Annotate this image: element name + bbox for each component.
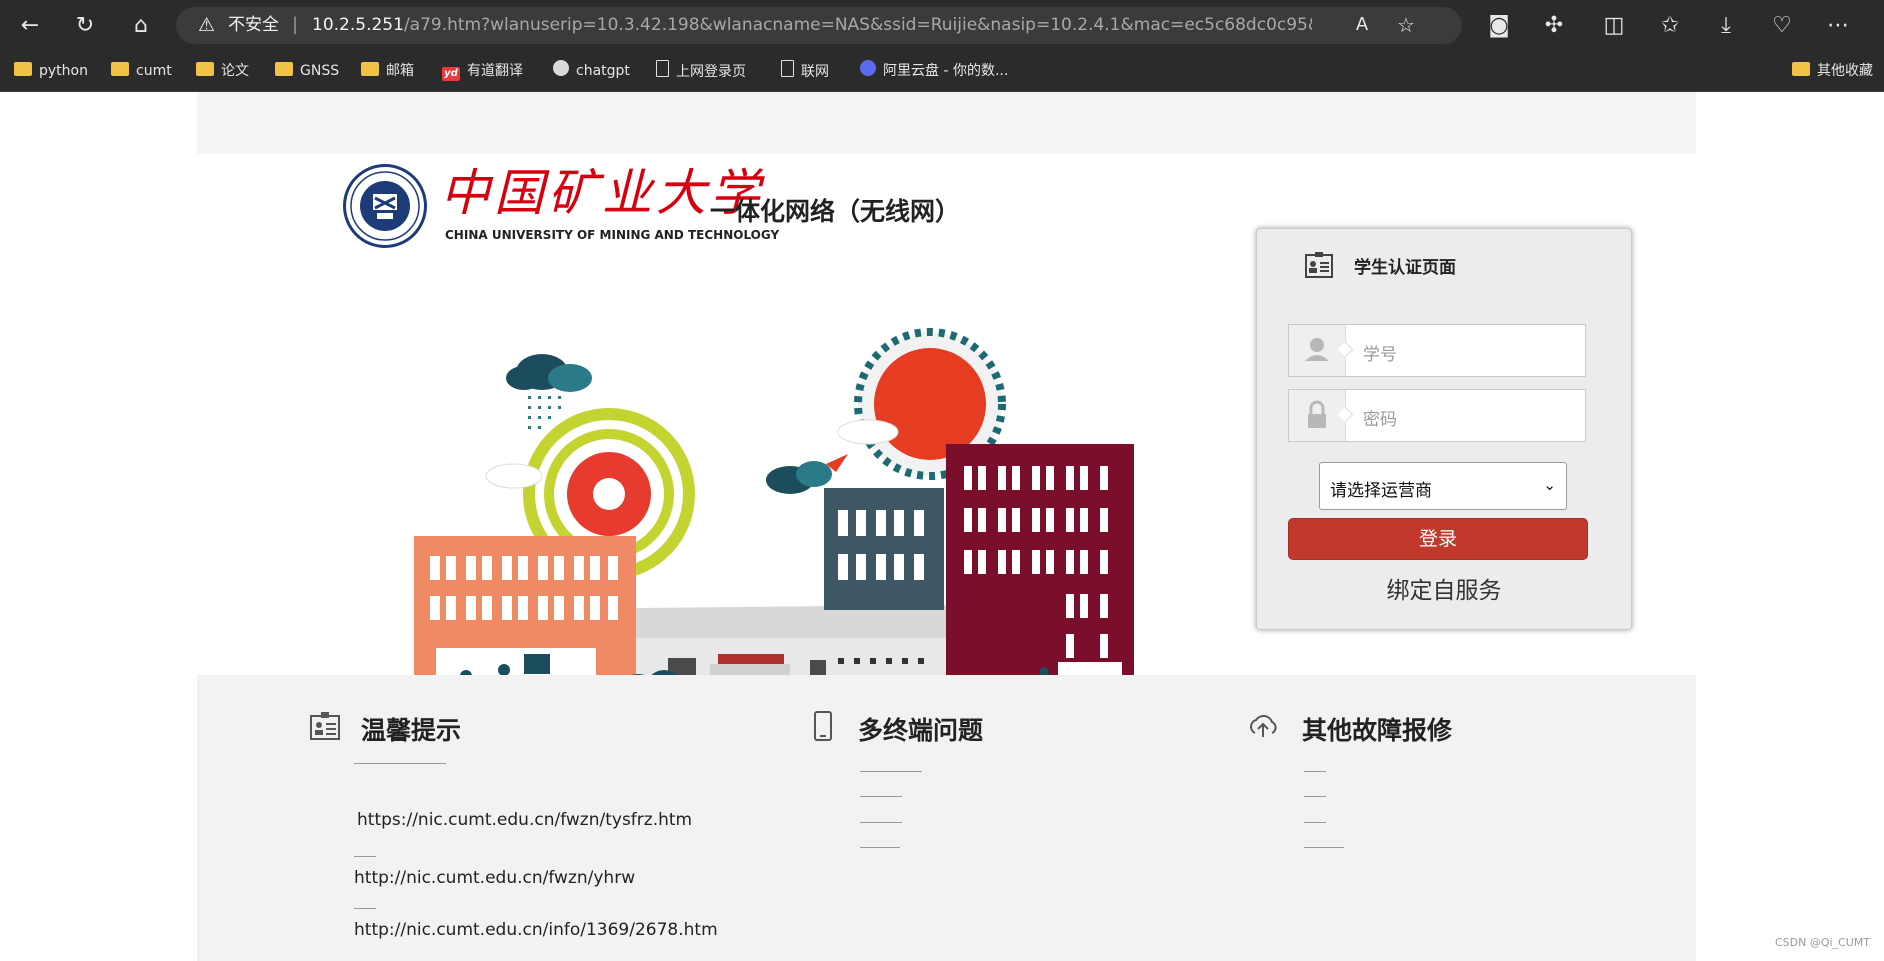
bookmark-label: 论文 bbox=[221, 63, 249, 79]
bookmark-label: chatgpt bbox=[576, 63, 630, 79]
favorites-icon[interactable]: ✩ bbox=[1656, 12, 1684, 40]
address-separator: | bbox=[292, 14, 299, 35]
folder-icon bbox=[361, 62, 379, 76]
bookmark-label: 联网 bbox=[801, 64, 829, 80]
bookmark-label: cumt bbox=[136, 63, 172, 79]
student-id-field[interactable]: 学号 bbox=[1288, 324, 1586, 377]
tips-link[interactable]: http://nic.cumt.edu.cn/info/1369/2678.ht… bbox=[354, 920, 718, 940]
browser-essentials-icon[interactable]: ♡ bbox=[1768, 12, 1796, 40]
folder-icon bbox=[14, 62, 32, 76]
youdao-icon: yd bbox=[442, 67, 460, 81]
bookmark-label: 邮箱 bbox=[386, 63, 414, 79]
address-bar[interactable]: ⚠ 不安全 | 10.2.5.251/a79.htm?wlanuserip=10… bbox=[176, 7, 1462, 44]
repair-line bbox=[1304, 822, 1326, 823]
bookmark-label: 上网登录页 bbox=[676, 64, 746, 80]
repair-line bbox=[1304, 796, 1326, 797]
bookmark-cumt[interactable]: cumt bbox=[111, 60, 172, 82]
bookmark-python[interactable]: python bbox=[14, 60, 88, 82]
user-icon bbox=[1305, 338, 1329, 361]
id-card-icon bbox=[310, 712, 340, 740]
login-title: 学生认证页面 bbox=[1354, 258, 1456, 278]
university-seal-icon bbox=[343, 164, 427, 248]
warning-icon[interactable]: ⚠ bbox=[198, 15, 218, 35]
mobile-phone-icon bbox=[814, 711, 832, 741]
cloud-upload-icon bbox=[1250, 715, 1277, 737]
info-section: 温馨提示 多终端问题 其他故障报修 https://nic.cumt.edu.c… bbox=[197, 675, 1696, 961]
more-menu-icon[interactable]: ⋯ bbox=[1824, 12, 1852, 40]
folder-icon bbox=[275, 62, 293, 76]
bookmark-gnss[interactable]: GNSS bbox=[275, 60, 339, 82]
multi-device-title: 多终端问题 bbox=[858, 716, 984, 745]
top-band bbox=[197, 92, 1696, 154]
watermark: CSDN @Qi_CUMT bbox=[1774, 936, 1870, 949]
bookmark-aliyun[interactable]: 阿里云盘 - 你的数... bbox=[860, 60, 1008, 82]
repair-line bbox=[1304, 847, 1344, 848]
university-name-en: CHINA UNIVERSITY OF MINING AND TECHNOLOG… bbox=[445, 228, 780, 242]
folder-icon bbox=[196, 62, 214, 76]
tips-title: 温馨提示 bbox=[361, 716, 462, 745]
password-placeholder: 密码 bbox=[1363, 410, 1397, 430]
folder-icon bbox=[1792, 62, 1810, 76]
document-icon bbox=[781, 60, 794, 77]
favorite-star-icon[interactable]: ☆ bbox=[1392, 11, 1420, 39]
user-icon-box bbox=[1289, 325, 1346, 376]
downloads-icon[interactable]: ⤓ bbox=[1712, 12, 1740, 40]
bind-self-service-link[interactable]: 绑定自服务 bbox=[1257, 571, 1631, 605]
lock-icon bbox=[1308, 400, 1326, 428]
bookmark-youdao[interactable]: yd 有道翻译 bbox=[442, 60, 523, 82]
password-field[interactable]: 密码 bbox=[1288, 389, 1586, 442]
repair-title: 其他故障报修 bbox=[1302, 716, 1453, 745]
other-bookmarks[interactable]: 其他收藏 bbox=[1792, 60, 1873, 82]
carrier-select-value: 请选择运营商 bbox=[1330, 481, 1432, 501]
tips-link[interactable]: http://nic.cumt.edu.cn/fwzn/yhrw bbox=[354, 868, 635, 888]
carrier-select[interactable]: 请选择运营商 ⌄ bbox=[1319, 462, 1567, 510]
tips-line bbox=[354, 763, 446, 764]
back-arrow-icon[interactable]: ← bbox=[16, 12, 44, 40]
chatgpt-icon bbox=[553, 60, 569, 76]
url-path: /a79.htm?wlanuserip=10.3.42.198&wlanacna… bbox=[403, 15, 1312, 35]
tips-line bbox=[354, 856, 376, 857]
bookmark-login-page[interactable]: 上网登录页 bbox=[656, 60, 746, 82]
web-page: 中国矿业大学 CHINA UNIVERSITY OF MINING AND TE… bbox=[0, 92, 1884, 961]
bookmarks-bar: python cumt 论文 GNSS 邮箱 yd 有道翻译 chatgpt 上网… bbox=[0, 51, 1884, 92]
bookmark-chatgpt[interactable]: chatgpt bbox=[553, 60, 630, 82]
lock-icon-box bbox=[1289, 390, 1346, 441]
home-icon[interactable]: ⌂ bbox=[127, 12, 155, 40]
multi-device-line bbox=[860, 796, 902, 797]
student-id-placeholder: 学号 bbox=[1363, 345, 1397, 365]
bookmark-label: 阿里云盘 - 你的数... bbox=[883, 63, 1009, 79]
chevron-down-icon: ⌄ bbox=[1543, 476, 1556, 494]
repair-line bbox=[1304, 771, 1326, 772]
bookmark-mail[interactable]: 邮箱 bbox=[361, 60, 414, 82]
network-title: 一体化网络（无线网） bbox=[710, 197, 961, 226]
login-card: 学生认证页面 学号 密码 请选择运营商 ⌄ 登录 绑定自服务 bbox=[1256, 228, 1632, 630]
bookmark-label: 有道翻译 bbox=[467, 63, 523, 79]
sidebar-profile-icon[interactable]: ◙ bbox=[1485, 12, 1513, 40]
url-text[interactable]: 10.2.5.251/a79.htm?wlanuserip=10.3.42.19… bbox=[312, 15, 1312, 35]
login-button[interactable]: 登录 bbox=[1288, 518, 1588, 560]
multi-device-line bbox=[860, 822, 902, 823]
bookmark-label: python bbox=[39, 63, 88, 79]
security-label[interactable]: 不安全 bbox=[228, 15, 279, 35]
tips-line bbox=[354, 908, 376, 909]
split-screen-icon[interactable]: ◫ bbox=[1600, 12, 1628, 40]
url-host: 10.2.5.251 bbox=[312, 15, 404, 35]
extensions-icon[interactable]: ✣ bbox=[1540, 12, 1568, 40]
bookmark-papers[interactable]: 论文 bbox=[196, 60, 249, 82]
folder-icon bbox=[111, 62, 129, 76]
id-card-icon bbox=[1305, 252, 1333, 278]
multi-device-line bbox=[860, 847, 900, 848]
multi-device-line bbox=[860, 771, 922, 772]
aliyun-icon bbox=[860, 60, 876, 76]
seal-graphic bbox=[350, 171, 420, 241]
bookmark-network[interactable]: 联网 bbox=[781, 60, 829, 82]
bookmark-label: 其他收藏 bbox=[1817, 63, 1873, 79]
bookmark-label: GNSS bbox=[300, 63, 340, 79]
tips-link[interactable]: https://nic.cumt.edu.cn/fwzn/tysfrz.htm bbox=[357, 810, 692, 830]
browser-toolbar: ← ↻ ⌂ ⚠ 不安全 | 10.2.5.251/a79.htm?wlanuse… bbox=[0, 0, 1884, 51]
reload-icon[interactable]: ↻ bbox=[71, 12, 99, 40]
read-aloud-icon[interactable]: A bbox=[1348, 11, 1376, 39]
teal-building bbox=[824, 488, 944, 610]
document-icon bbox=[656, 60, 669, 77]
